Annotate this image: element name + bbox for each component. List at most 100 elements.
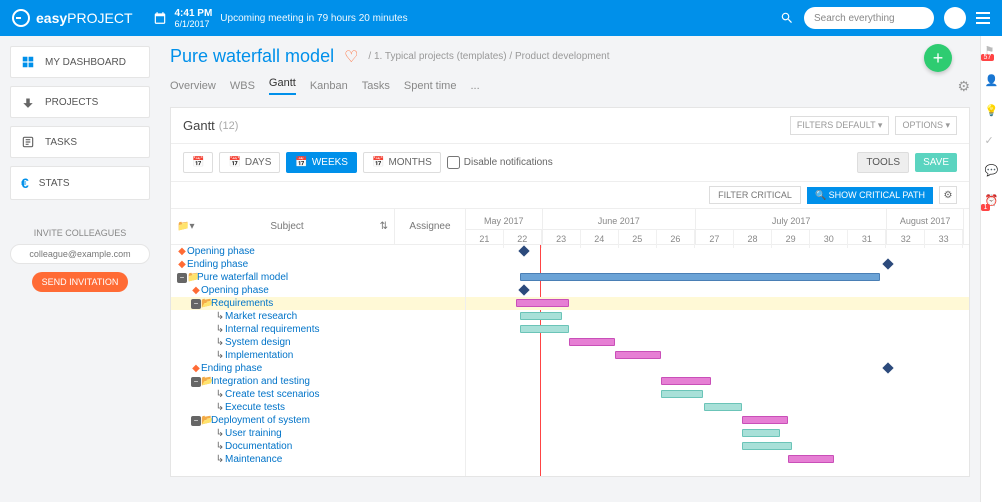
nav-label: STATS <box>39 178 70 189</box>
tab-kanban[interactable]: Kanban <box>310 80 348 92</box>
header-date: 6/1/2017 <box>175 19 213 29</box>
tabs: Overview WBS Gantt Kanban Tasks Spent ti… <box>170 77 970 95</box>
gantt-bar[interactable] <box>742 429 780 437</box>
task-row[interactable]: ↳ Market research <box>171 310 465 323</box>
milestone-diamond[interactable] <box>518 284 529 295</box>
nav-dashboard[interactable]: MY DASHBOARD <box>10 46 150 78</box>
gantt-bar[interactable] <box>520 273 880 281</box>
scale-weeks[interactable]: 📅 WEEKS <box>286 152 357 173</box>
task-row[interactable]: ↳ Implementation <box>171 349 465 362</box>
projects-icon <box>21 95 35 109</box>
settings-small-button[interactable]: ⚙ <box>939 186 957 204</box>
tab-more[interactable]: ... <box>470 80 479 92</box>
milestone-diamond[interactable] <box>518 245 529 256</box>
col-assignee[interactable]: Assignee <box>395 209 465 244</box>
nav-projects[interactable]: PROJECTS <box>10 86 150 118</box>
gantt-bar[interactable] <box>520 312 562 320</box>
brand-bold: easy <box>36 10 67 26</box>
task-row[interactable]: ↳ Execute tests <box>171 401 465 414</box>
tab-wbs[interactable]: WBS <box>230 80 255 92</box>
header-meeting: Upcoming meeting in 79 hours 20 minutes <box>220 13 407 24</box>
disable-notifications-checkbox[interactable]: Disable notifications <box>447 156 553 169</box>
task-row[interactable]: ◆ Ending phase <box>171 258 465 271</box>
logo-icon <box>12 9 30 27</box>
page-title[interactable]: Pure waterfall model <box>170 46 334 67</box>
breadcrumb[interactable]: / 1. Typical projects (templates) / Prod… <box>368 51 609 62</box>
gantt-panel: Gantt (12) FILTERS DEFAULT ▾ OPTIONS ▾ 📅… <box>170 107 970 477</box>
gantt-timeline[interactable]: May 20172122June 201723242526July 201727… <box>466 209 969 477</box>
milestone-diamond[interactable] <box>882 362 893 373</box>
task-row[interactable]: − 📂 Requirements <box>171 297 465 310</box>
flag-icon[interactable]: ⚑ <box>985 44 999 58</box>
task-row[interactable]: ↳ Maintenance <box>171 453 465 466</box>
menu-icon[interactable] <box>976 12 990 24</box>
gantt-bar[interactable] <box>615 351 661 359</box>
tools-button[interactable]: TOOLS <box>857 152 909 173</box>
logo[interactable]: easyPROJECT <box>12 9 133 27</box>
scale-months[interactable]: 📅 MONTHS <box>363 152 441 173</box>
chat-icon[interactable]: 💬 <box>985 164 999 178</box>
right-rail: ⚑ 👤 💡 ✓ 💬 ⏰ <box>980 36 1002 502</box>
brand-light: PROJECT <box>67 10 132 26</box>
nav-label: PROJECTS <box>45 97 98 108</box>
tab-tasks[interactable]: Tasks <box>362 80 390 92</box>
invite-email-input[interactable]: colleague@example.com <box>10 244 150 264</box>
task-row[interactable]: − 📂 Integration and testing <box>171 375 465 388</box>
search-placeholder: Search everything <box>814 13 895 24</box>
milestone-diamond[interactable] <box>882 258 893 269</box>
show-critical-path-button[interactable]: 🔍 SHOW CRITICAL PATH <box>807 187 933 204</box>
tab-overview[interactable]: Overview <box>170 80 216 92</box>
dashboard-icon <box>21 55 35 69</box>
invite-block: INVITE COLLEAGUES colleague@example.com … <box>10 228 150 292</box>
filter-critical-button[interactable]: FILTER CRITICAL <box>709 186 801 204</box>
task-row[interactable]: ↳ System design <box>171 336 465 349</box>
task-row[interactable]: ◆ Ending phase <box>171 362 465 375</box>
nav-tasks[interactable]: TASKS <box>10 126 150 158</box>
top-bar: easyPROJECT 4:41 PM 6/1/2017 Upcoming me… <box>0 0 1002 36</box>
nav-stats[interactable]: €STATS <box>10 166 150 200</box>
options-select[interactable]: OPTIONS ▾ <box>895 116 957 135</box>
task-row[interactable]: ◆ Opening phase <box>171 245 465 258</box>
tasks-icon <box>21 135 35 149</box>
nav-label: TASKS <box>45 137 77 148</box>
gantt-bar[interactable] <box>569 338 615 346</box>
search-input[interactable]: Search everything <box>804 7 934 29</box>
avatar[interactable] <box>944 7 966 29</box>
gear-icon[interactable]: ⚙ <box>957 78 970 95</box>
search-icon[interactable] <box>780 11 794 25</box>
gantt-bar[interactable] <box>520 325 570 333</box>
gantt-bar[interactable] <box>516 299 570 307</box>
filters-select[interactable]: FILTERS DEFAULT ▾ <box>790 116 890 135</box>
gantt-bar[interactable] <box>661 377 711 385</box>
send-invitation-button[interactable]: SEND INVITATION <box>32 272 129 292</box>
main-content: + Pure waterfall model ♡ / 1. Typical pr… <box>160 36 980 502</box>
nav-label: MY DASHBOARD <box>45 57 126 68</box>
col-subject[interactable]: Subject <box>270 221 303 232</box>
clock-icon[interactable]: ⏰ <box>985 194 999 208</box>
calendar-button[interactable]: 📅 <box>183 152 213 173</box>
gantt-bar[interactable] <box>742 416 788 424</box>
bulb-icon[interactable]: 💡 <box>985 104 999 118</box>
gantt-bar[interactable] <box>788 455 834 463</box>
favorite-icon[interactable]: ♡ <box>344 47 358 67</box>
gantt-bar[interactable] <box>661 390 703 398</box>
task-row[interactable]: ◆ Opening phase <box>171 284 465 297</box>
task-tree: ◆ Opening phase◆ Ending phase− 📁 Pure wa… <box>171 245 465 466</box>
task-row[interactable]: − 📁 Pure waterfall model <box>171 271 465 284</box>
task-row[interactable]: ↳ Documentation <box>171 440 465 453</box>
task-row[interactable]: ↳ User training <box>171 427 465 440</box>
save-button[interactable]: SAVE <box>915 153 957 172</box>
left-sidebar: MY DASHBOARD PROJECTS TASKS €STATS INVIT… <box>0 36 160 502</box>
user-icon[interactable]: 👤 <box>985 74 999 88</box>
add-button[interactable]: + <box>924 44 952 72</box>
task-row[interactable]: − 📂 Deployment of system <box>171 414 465 427</box>
tab-spent-time[interactable]: Spent time <box>404 80 457 92</box>
task-row[interactable]: ↳ Internal requirements <box>171 323 465 336</box>
gantt-bar[interactable] <box>742 442 792 450</box>
task-row[interactable]: ↳ Create test scenarios <box>171 388 465 401</box>
tab-gantt[interactable]: Gantt <box>269 77 296 95</box>
scale-days[interactable]: 📅 DAYS <box>219 152 280 173</box>
gantt-bar[interactable] <box>704 403 742 411</box>
check-icon[interactable]: ✓ <box>985 134 999 148</box>
gantt-tree-column: 📁▾Subject⇅ Assignee ◆ Opening phase◆ End… <box>171 209 466 477</box>
